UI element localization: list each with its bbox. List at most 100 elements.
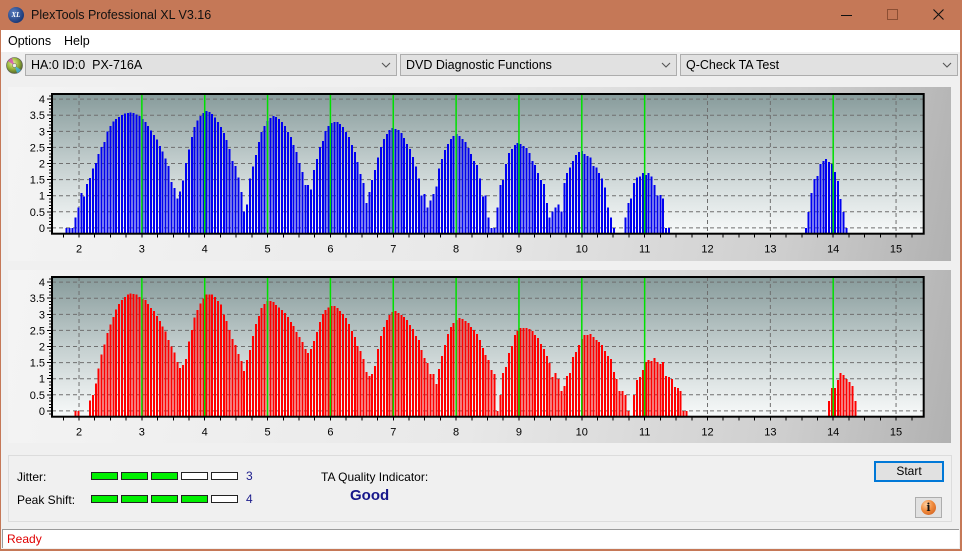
bar [91,394,94,417]
bar [822,161,825,234]
minimize-button[interactable] [824,0,870,30]
bar [132,113,135,234]
bar [118,304,121,417]
maximize-button[interactable] [870,0,916,30]
jitter-meter-segment [181,472,208,480]
bar [382,327,385,417]
bar [554,207,557,234]
bar [359,173,362,234]
y-tick-label: 3 [39,309,45,321]
function-select-value: DVD Diagnostic Functions [406,58,552,72]
bar [656,195,659,234]
bar [618,390,621,417]
bar [176,198,179,234]
bar [548,217,551,234]
bar [641,172,644,234]
start-button[interactable]: Start [874,461,944,482]
bar [348,137,350,234]
bar [836,380,839,417]
bar [551,377,554,417]
bar [842,211,845,234]
y-tick-label: 0 [39,406,45,418]
bar [662,198,665,234]
bar [275,305,278,417]
close-button[interactable] [916,0,962,30]
info-button[interactable]: i [915,497,942,518]
bar [158,145,161,234]
bar [833,171,836,234]
bar [94,162,97,234]
bar [257,315,260,417]
bar [554,372,557,417]
bar [371,179,374,234]
bar [577,344,580,417]
jitter-meter-segment [211,472,238,480]
window-border-left [0,30,1,551]
bar [269,118,272,234]
bar [283,313,286,417]
menu-help[interactable]: Help [64,34,90,48]
bar [444,344,446,417]
x-tick-label: 5 [265,244,271,256]
chevron-down-icon [661,62,671,68]
y-tick-label: 0 [39,223,45,235]
menu-options[interactable]: Options [8,34,51,48]
bar [572,161,574,234]
bar [513,144,516,234]
title-bar[interactable]: XL PlexTools Professional XL V3.16 [0,0,962,30]
function-select[interactable]: DVD Diagnostic Functions [400,54,677,76]
bar [464,142,467,234]
jitter-meter-segment [91,472,118,480]
bar [650,176,653,234]
y-tick-label: 0.5 [30,207,45,219]
bar [641,370,644,417]
bar [263,304,266,417]
y-tick-label: 4 [39,94,45,106]
bar [476,164,478,234]
jitter-meter [91,472,241,480]
bar [103,344,106,417]
bar [179,367,182,417]
test-select[interactable]: Q-Check TA Test [680,54,958,76]
bar [505,163,508,234]
bar [563,182,566,234]
bar [586,334,589,417]
bar [196,309,199,417]
bar [106,131,109,234]
bar [208,112,211,234]
bar [487,360,490,417]
bar [537,338,540,417]
bar [292,325,295,417]
app-icon-text: XL [11,11,21,19]
bar [240,361,243,417]
bar [633,182,636,234]
bar [167,166,170,234]
plextools-xl-logo-icon: XL [8,7,24,23]
bar [359,351,362,417]
bar [356,161,359,234]
bar [633,394,636,417]
bar [385,320,388,417]
bar [531,161,534,234]
peak-shift-meter-segment [91,495,118,503]
bar [228,149,231,234]
bar [153,310,155,417]
bar [481,348,484,417]
bar [310,349,313,417]
bar [147,125,150,234]
bar [214,117,217,234]
drive-select[interactable]: HA:0 ID:0 PX-716A [25,54,397,76]
bar [659,194,662,234]
bar [432,373,435,417]
bar [231,161,234,234]
bar [313,341,315,417]
bar [604,351,606,417]
peak-shift-meter-segment [151,495,178,503]
bar [339,123,342,234]
bar [638,377,641,417]
bar [845,379,848,417]
x-tick-label: 11 [639,244,650,256]
bar [292,144,295,234]
bar [647,360,650,417]
bar [281,310,283,417]
